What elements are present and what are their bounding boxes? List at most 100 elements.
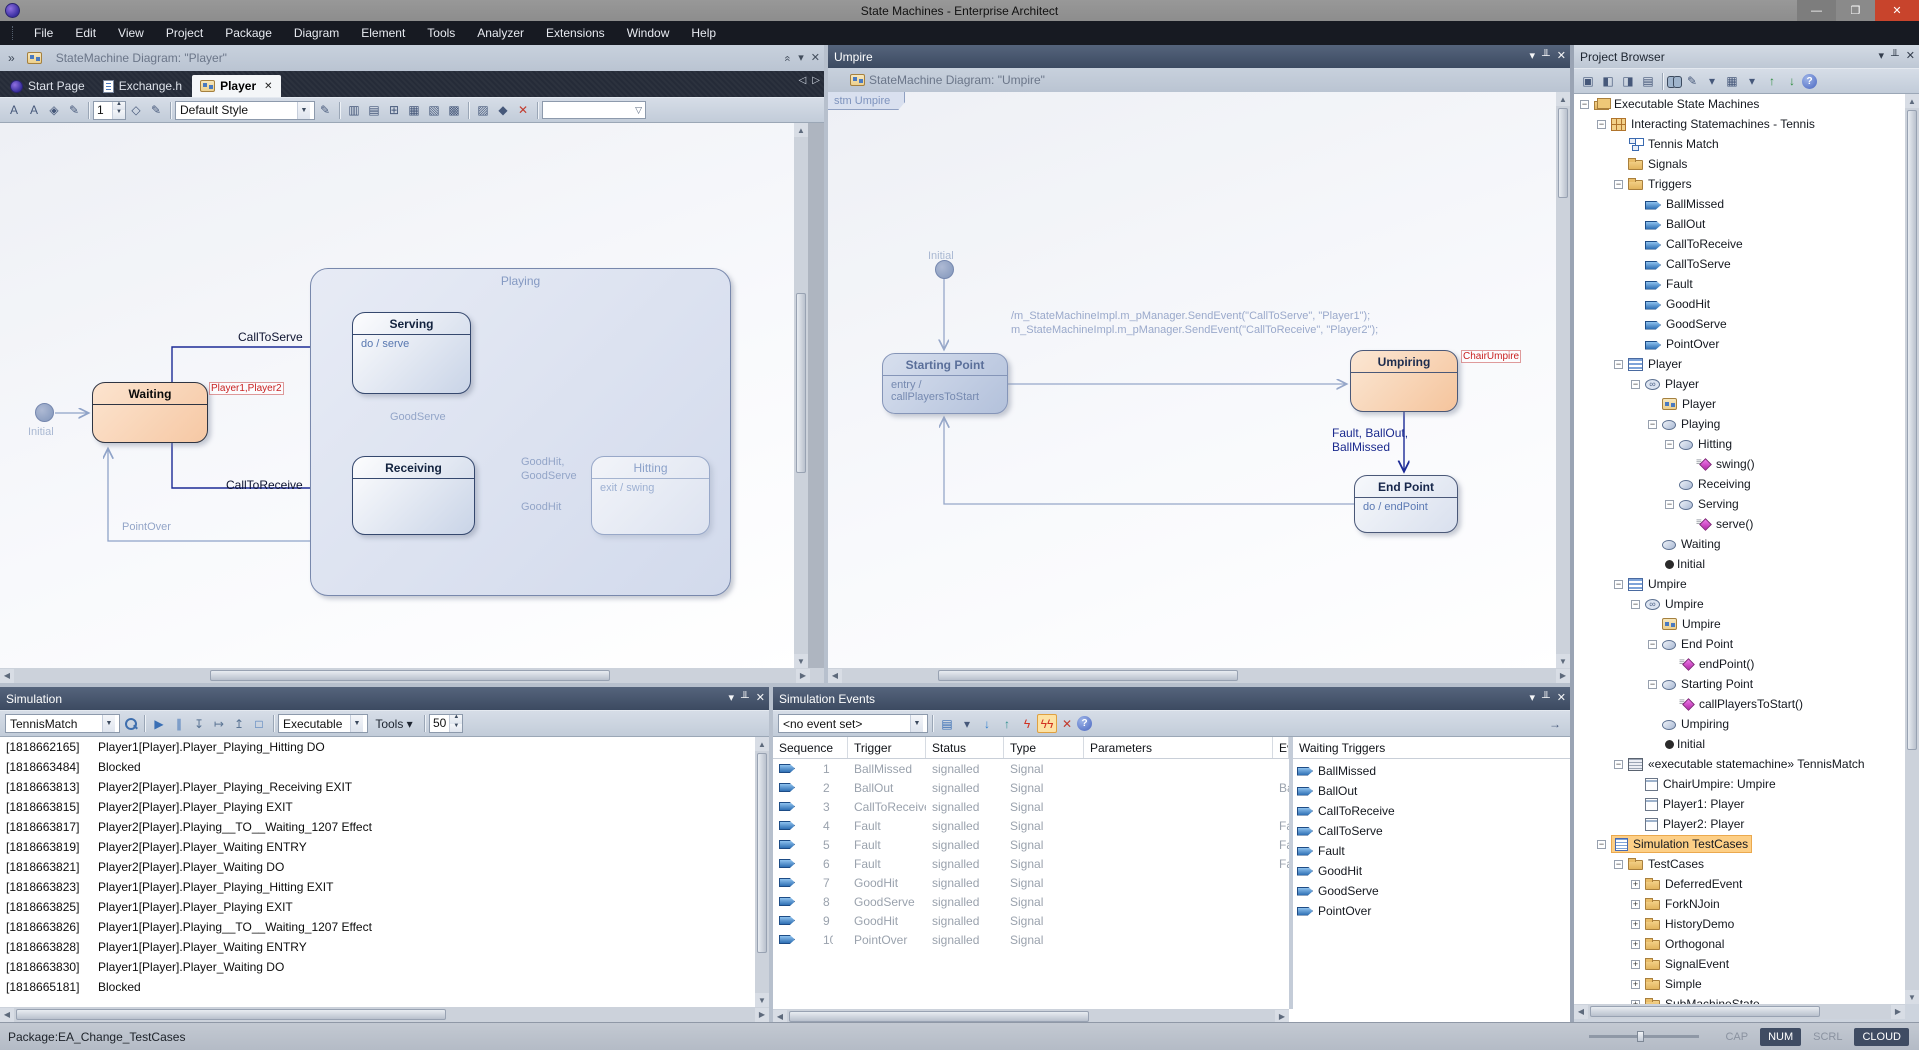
expand-icon[interactable]: + xyxy=(1631,980,1640,989)
new-diagram-icon[interactable]: ◧ xyxy=(1598,72,1618,91)
dropdown-caret-icon[interactable]: ▼ xyxy=(910,715,923,732)
project-browser-vscroll-thumb[interactable] xyxy=(1907,110,1917,750)
tree-item-initial[interactable]: Initial xyxy=(1574,554,1905,574)
player-vertical-scrollbar[interactable]: ▲ ▼ xyxy=(794,123,808,668)
move-up-icon[interactable]: ↑ xyxy=(997,714,1017,733)
expand-icon[interactable]: + xyxy=(1631,960,1640,969)
tab-player[interactable]: Player✕ xyxy=(192,75,280,97)
waiting-trigger-fault[interactable]: Fault xyxy=(1293,841,1570,861)
umpire-diagram-canvas[interactable]: stm Umpire Initial Starting Poi xyxy=(828,92,1570,668)
tree-item-player2-player[interactable]: Player2: Player xyxy=(1574,814,1905,834)
close-button[interactable]: ✕ xyxy=(1875,0,1919,21)
menu-item-file[interactable]: File xyxy=(23,21,64,45)
simulation-log[interactable]: [1818662165]Player1[Player].Player_Playi… xyxy=(0,737,755,1007)
event-row[interactable]: 4FaultsignalledSignalFa xyxy=(773,816,1289,835)
tree-item-umpire[interactable]: Umpire xyxy=(1574,614,1905,634)
tree-item-chairumpire-umpire[interactable]: ChairUmpire: Umpire xyxy=(1574,774,1905,794)
fire-trigger-icon[interactable]: ϟ xyxy=(1017,714,1037,733)
tree-item-executable-state-machines[interactable]: −Executable State Machines xyxy=(1574,94,1905,114)
waiting-trigger-goodserve[interactable]: GoodServe xyxy=(1293,881,1570,901)
state-umpiring[interactable]: Umpiring xyxy=(1350,350,1458,412)
waiting-trigger-calltoserve[interactable]: CallToServe xyxy=(1293,821,1570,841)
tree-item-initial[interactable]: Initial xyxy=(1574,734,1905,754)
copy-style-icon[interactable]: ✎ xyxy=(146,101,166,120)
align-left-icon[interactable]: ▥ xyxy=(344,101,364,120)
waiting-trigger-ballout[interactable]: BallOut xyxy=(1293,781,1570,801)
line-width-stepper[interactable]: 1▲▼ xyxy=(93,101,126,120)
tree-item-simulation-testcases[interactable]: −Simulation TestCases xyxy=(1574,834,1905,854)
collapse-icon[interactable]: − xyxy=(1614,760,1623,769)
state-waiting[interactable]: Waiting xyxy=(92,382,208,443)
event-row[interactable]: 1BallMissedsignalledSignal xyxy=(773,759,1289,778)
menu-item-tools[interactable]: Tools xyxy=(416,21,466,45)
project-browser-vscrollbar[interactable]: ▲ ▼ xyxy=(1905,94,1919,1004)
tree-item-goodhit[interactable]: GoodHit xyxy=(1574,294,1905,314)
minimize-button[interactable]: — xyxy=(1797,0,1836,21)
umpire-hscroll-thumb[interactable] xyxy=(938,670,1238,681)
menu-item-help[interactable]: Help xyxy=(680,21,727,45)
events-table-header[interactable]: SequenceTriggerStatusTypeParametersEve xyxy=(773,737,1289,759)
event-row[interactable]: 10PointOversignalledSignal xyxy=(773,930,1289,949)
collapse-icon[interactable]: − xyxy=(1597,840,1606,849)
tree-item-testcases[interactable]: −TestCases xyxy=(1574,854,1905,874)
edit-icon[interactable]: ✎ xyxy=(1682,72,1702,91)
help-icon[interactable]: ? xyxy=(1802,74,1817,89)
font-color-icon[interactable]: A xyxy=(24,101,44,120)
tree-item-serve-[interactable]: serve() xyxy=(1574,514,1905,534)
tree-item-interacting-statemachines-tennis[interactable]: −Interacting Statemachines - Tennis xyxy=(1574,114,1905,134)
collapse-icon[interactable]: − xyxy=(1614,360,1623,369)
state-end-point[interactable]: End Point do / endPoint xyxy=(1354,475,1458,533)
collapse-icon[interactable]: − xyxy=(1648,420,1657,429)
menu-item-window[interactable]: Window xyxy=(616,21,681,45)
step-out-icon[interactable]: ↥ xyxy=(229,714,249,733)
copy-size-icon[interactable]: ▩ xyxy=(444,101,464,120)
event-row[interactable]: 7GoodHitsignalledSignal xyxy=(773,873,1289,892)
tree-item--executable-statemachine-tennismatch[interactable]: −«executable statemachine» TennisMatch xyxy=(1574,754,1905,774)
tree-item-player1-player[interactable]: Player1: Player xyxy=(1574,794,1905,814)
window-menu-icon[interactable]: ▾ xyxy=(1529,51,1535,62)
collapse-icon[interactable]: − xyxy=(1614,580,1623,589)
window-menu-icon[interactable]: ▾ xyxy=(1878,51,1884,62)
space-evenly-vertical-icon[interactable]: ▧ xyxy=(424,101,444,120)
tree-item-end-point[interactable]: −End Point xyxy=(1574,634,1905,654)
menu-item-element[interactable]: Element xyxy=(350,21,416,45)
tree-item-ballout[interactable]: BallOut xyxy=(1574,214,1905,234)
expand-icon[interactable]: + xyxy=(1631,880,1640,889)
state-starting-point[interactable]: Starting Point entry / callPlayersToStar… xyxy=(882,353,1008,414)
new-element-icon[interactable]: ◨ xyxy=(1618,72,1638,91)
pin-icon[interactable]: ╨ xyxy=(1542,51,1550,62)
dropdown-caret-icon[interactable]: ▾ xyxy=(957,714,977,733)
tree-item-simple[interactable]: +Simple xyxy=(1574,974,1905,994)
step-into-icon[interactable]: ↦ xyxy=(209,714,229,733)
package-list-icon[interactable]: ▤ xyxy=(1638,72,1658,91)
state-receiving[interactable]: Receiving xyxy=(352,456,475,535)
simulation-hscroll-thumb[interactable] xyxy=(16,1009,446,1020)
zoom-slider[interactable] xyxy=(1589,1035,1699,1038)
expand-chevrons-icon[interactable]: » xyxy=(8,51,15,65)
dropdown-caret-icon[interactable]: ▼ xyxy=(350,715,363,732)
collapse-icon[interactable]: − xyxy=(1631,380,1640,389)
player-horizontal-scrollbar[interactable]: ◀ ▶ xyxy=(0,668,824,683)
project-browser-hscrollbar[interactable]: ◀ ▶ xyxy=(1574,1004,1905,1019)
simulation-vscrollbar[interactable]: ▲ ▼ xyxy=(755,737,769,1007)
dropdown-caret-icon[interactable]: ▼ xyxy=(102,715,115,732)
menu-item-project[interactable]: Project xyxy=(155,21,214,45)
tree-item-swing-[interactable]: swing() xyxy=(1574,454,1905,474)
tree-item-serving[interactable]: −Serving xyxy=(1574,494,1905,514)
umpire-horizontal-scrollbar[interactable]: ◀ ▶ xyxy=(828,668,1570,683)
waiting-trigger-ballmissed[interactable]: BallMissed xyxy=(1293,761,1570,781)
spinner-arrows[interactable]: ▲▼ xyxy=(449,715,462,732)
column-header-parameters[interactable]: Parameters xyxy=(1084,737,1273,758)
tree-item-player[interactable]: −∞Player xyxy=(1574,374,1905,394)
collapse-icon[interactable]: » xyxy=(783,55,794,61)
line-color-icon[interactable]: ✎ xyxy=(64,101,84,120)
auto-fire-icon[interactable]: ϟϟ xyxy=(1037,714,1057,733)
new-package-icon[interactable]: ▣ xyxy=(1578,72,1598,91)
tree-item-signals[interactable]: Signals xyxy=(1574,154,1905,174)
tree-item-playing[interactable]: −Playing xyxy=(1574,414,1905,434)
tree-item-deferredevent[interactable]: +DeferredEvent xyxy=(1574,874,1905,894)
menu-item-edit[interactable]: Edit xyxy=(64,21,107,45)
close-panel-icon[interactable]: ✕ xyxy=(756,693,765,704)
tree-item-tennis-match[interactable]: Tennis Match xyxy=(1574,134,1905,154)
player-diagram-canvas[interactable]: Playing Serving do / serve Receiving Hit… xyxy=(0,123,808,668)
